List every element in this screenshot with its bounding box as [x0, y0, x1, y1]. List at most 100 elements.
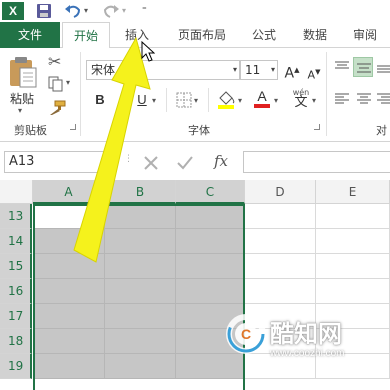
cell-e13[interactable]: [316, 204, 390, 229]
tab-home[interactable]: 开始: [62, 22, 110, 49]
font-launcher-icon[interactable]: [314, 124, 320, 130]
cell-e15[interactable]: [316, 254, 390, 279]
watermark-url: www.coozhi.com: [270, 348, 345, 359]
name-box-dropdown-icon[interactable]: ▾: [104, 152, 108, 172]
phonetic-dropdown-icon[interactable]: ▾: [312, 96, 316, 105]
cell-a19[interactable]: [33, 354, 105, 379]
cell-d15[interactable]: [245, 254, 316, 279]
row-header-18[interactable]: 18: [0, 329, 32, 354]
formula-bar-handle-icon: ⋮: [124, 154, 133, 164]
row-header-13[interactable]: 13: [0, 204, 32, 229]
phonetic-guide-button[interactable]: wén 文: [290, 88, 312, 109]
cell-a16[interactable]: [33, 279, 105, 304]
align-top-icon[interactable]: [334, 60, 350, 74]
watermark-name: 酷知网: [270, 320, 342, 348]
font-color-dropdown-icon[interactable]: ▾: [274, 96, 278, 105]
formula-input[interactable]: [243, 151, 390, 173]
insert-function-button[interactable]: fx: [214, 152, 228, 170]
row-header-15[interactable]: 15: [0, 254, 32, 279]
column-header-e[interactable]: E: [316, 180, 390, 204]
align-left-icon[interactable]: [334, 92, 350, 106]
copy-icon[interactable]: [48, 76, 64, 92]
row-header-16[interactable]: 16: [0, 279, 32, 304]
cell-a18[interactable]: [33, 329, 105, 354]
font-color-button[interactable]: A: [252, 88, 272, 110]
cell-c15[interactable]: [176, 254, 245, 279]
cut-icon[interactable]: ✂: [48, 52, 61, 71]
customize-qat-icon[interactable]: ⁼: [142, 2, 147, 20]
cell-b13[interactable]: [105, 204, 176, 229]
cell-a13[interactable]: [33, 204, 105, 229]
cell-d16[interactable]: [245, 279, 316, 304]
tab-formulas[interactable]: 公式: [242, 22, 286, 48]
cell-d14[interactable]: [245, 229, 316, 254]
copy-dropdown-icon[interactable]: ▾: [66, 78, 70, 87]
cell-d13[interactable]: [245, 204, 316, 229]
column-header-c[interactable]: C: [176, 180, 245, 204]
align-right-icon[interactable]: [376, 92, 390, 106]
cell-b17[interactable]: [105, 304, 176, 329]
align-middle-icon[interactable]: [353, 57, 373, 77]
underline-button[interactable]: U: [132, 90, 152, 110]
cell-b18[interactable]: [105, 329, 176, 354]
redo-dropdown-icon[interactable]: ▾: [122, 2, 126, 20]
fill-color-icon[interactable]: [216, 88, 236, 110]
underline-dropdown-icon[interactable]: ▾: [152, 96, 156, 105]
row-header-17[interactable]: 17: [0, 304, 32, 329]
font-size-combo[interactable]: 11 ▾: [240, 60, 278, 80]
cell-b19[interactable]: [105, 354, 176, 379]
align-bottom-icon[interactable]: [376, 60, 390, 74]
borders-dropdown-icon[interactable]: ▾: [194, 96, 198, 105]
increase-font-size-button[interactable]: A▲: [282, 60, 302, 82]
cell-e16[interactable]: [316, 279, 390, 304]
paste-dropdown-icon[interactable]: ▾: [18, 106, 22, 115]
bold-button[interactable]: B: [90, 90, 110, 110]
undo-icon[interactable]: [64, 3, 82, 21]
watermark-logo-icon: C: [226, 314, 266, 354]
redo-icon[interactable]: [102, 3, 120, 21]
font-name-dropdown-icon[interactable]: ▾: [233, 61, 237, 79]
cell-c13[interactable]: [176, 204, 245, 229]
cell-a17[interactable]: [33, 304, 105, 329]
font-name-combo[interactable]: 宋体 ▾: [86, 60, 240, 80]
cell-c16[interactable]: [176, 279, 245, 304]
cell-c14[interactable]: [176, 229, 245, 254]
cell-e14[interactable]: [316, 229, 390, 254]
select-all-corner[interactable]: [0, 180, 33, 204]
row-header-14[interactable]: 14: [0, 229, 32, 254]
format-painter-icon[interactable]: [48, 100, 66, 116]
column-header-a[interactable]: A: [33, 180, 105, 204]
cancel-icon[interactable]: [142, 154, 160, 172]
cell-b14[interactable]: [105, 229, 176, 254]
fill-color-dropdown-icon[interactable]: ▾: [238, 96, 242, 105]
cell-a14[interactable]: [33, 229, 105, 254]
row-header-19[interactable]: 19: [0, 354, 32, 379]
clipboard-launcher-icon[interactable]: [70, 124, 76, 130]
tab-page-layout[interactable]: 页面布局: [168, 22, 236, 48]
cell-b16[interactable]: [105, 279, 176, 304]
tab-file[interactable]: 文件: [0, 22, 60, 48]
cell-a15[interactable]: [33, 254, 105, 279]
column-header-b[interactable]: B: [105, 180, 176, 204]
decrease-font-size-letter: A: [307, 68, 316, 82]
font-size-value: 11: [245, 63, 261, 77]
borders-icon[interactable]: [176, 92, 192, 108]
align-center-icon[interactable]: [356, 92, 372, 106]
font-size-dropdown-icon[interactable]: ▾: [271, 61, 275, 79]
paste-label[interactable]: 粘贴: [10, 90, 34, 107]
tab-review[interactable]: 审阅: [342, 22, 388, 48]
name-box[interactable]: A13 ▾: [4, 151, 112, 173]
enter-check-icon[interactable]: [176, 154, 194, 172]
column-header-d[interactable]: D: [245, 180, 316, 204]
undo-dropdown-icon[interactable]: ▾: [84, 2, 88, 20]
ribbon-tabs: 文件 开始 插入 页面布局 公式 数据 审阅: [0, 22, 390, 49]
paste-icon[interactable]: [8, 56, 38, 88]
ribbon-home: 粘贴 ▾ ✂ ▾ 剪贴板 宋体 ▾ 11 ▾ A▲ A▼ B U ▾ ▾ ▾ A: [0, 48, 390, 142]
save-icon[interactable]: [36, 3, 52, 21]
clipboard-group-label: 剪贴板: [14, 124, 47, 137]
cell-b15[interactable]: [105, 254, 176, 279]
font-color-letter: A: [257, 88, 267, 104]
tab-data[interactable]: 数据: [292, 22, 338, 48]
decrease-font-size-button[interactable]: A▼: [304, 62, 324, 82]
watermark: C 酷知网 www.coozhi.com: [226, 310, 386, 376]
